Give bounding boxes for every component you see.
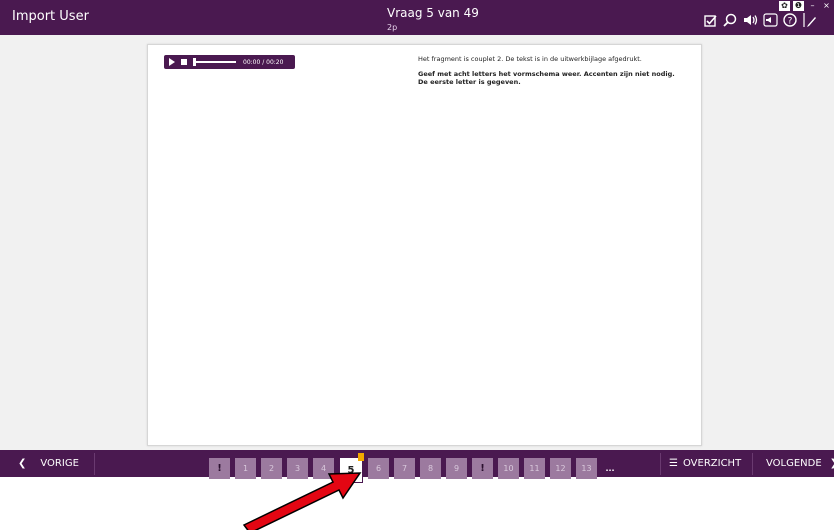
- divider: [94, 453, 95, 475]
- user-name: Import User: [12, 9, 89, 24]
- gear-icon[interactable]: ✿: [779, 1, 790, 11]
- page-button[interactable]: 9: [446, 457, 467, 479]
- question-counter: Vraag 5 van 49: [387, 6, 479, 20]
- window-controls: ✿ ❶ – ×: [779, 1, 832, 11]
- annotation-arrow: [242, 472, 362, 530]
- page-button[interactable]: 8: [420, 457, 441, 479]
- svg-text:?: ?: [788, 17, 793, 27]
- audio-progress-slider[interactable]: [193, 58, 236, 66]
- question-instruction: Geef met acht letters het vormschema wee…: [418, 69, 675, 87]
- previous-label: VORIGE: [40, 458, 79, 469]
- question-text: Het fragment is couplet 2. De tekst is i…: [418, 55, 678, 87]
- page-button[interactable]: 11: [524, 457, 545, 479]
- previous-button[interactable]: ❮ VORIGE: [18, 453, 95, 475]
- next-button[interactable]: VOLGENDE ❯: [752, 453, 834, 475]
- page-info-icon[interactable]: !: [472, 457, 493, 479]
- close-icon[interactable]: ×: [821, 1, 832, 11]
- overview-label: OVERZICHT: [682, 458, 742, 469]
- question-panel: 00:00 / 00:20 Het fragment is couplet 2.…: [147, 44, 702, 446]
- search-icon[interactable]: [722, 12, 738, 28]
- more-pages-button[interactable]: ...: [602, 458, 618, 479]
- minimize-icon[interactable]: –: [807, 1, 818, 11]
- page-button[interactable]: 10: [498, 457, 519, 479]
- next-label: VOLGENDE: [766, 458, 822, 469]
- chevron-left-icon: ❮: [18, 458, 27, 469]
- question-points: 2p: [387, 23, 398, 32]
- pen-icon[interactable]: [802, 12, 818, 28]
- audio-time: 00:00 / 00:20: [243, 58, 284, 66]
- page-button[interactable]: 7: [394, 457, 415, 479]
- slider-handle[interactable]: [193, 58, 196, 66]
- info-icon[interactable]: ❶: [793, 1, 804, 11]
- divider: [752, 453, 753, 475]
- chevron-right-icon: ❯: [830, 458, 834, 469]
- page-button[interactable]: 13: [576, 457, 597, 479]
- overview-button[interactable]: ☰ OVERZICHT: [660, 453, 742, 475]
- audio-player: 00:00 / 00:20: [164, 55, 295, 69]
- checkbox-icon[interactable]: [702, 12, 718, 28]
- speaker-icon[interactable]: [742, 12, 758, 28]
- settings-speaker-icon[interactable]: [762, 12, 778, 28]
- question-intro: Het fragment is couplet 2. De tekst is i…: [418, 55, 642, 63]
- help-icon[interactable]: ?: [782, 12, 798, 28]
- top-bar: Import User Vraag 5 van 49 2p ? ✿ ❶ – ×: [0, 0, 834, 35]
- page-button[interactable]: 12: [550, 457, 571, 479]
- divider: [660, 453, 661, 475]
- list-icon: ☰: [669, 458, 678, 469]
- bottom-nav: ❮ VORIGE ! 1 2 3 4 5 6 7 8 9 ! 10 11 12 …: [0, 450, 834, 483]
- play-icon[interactable]: [169, 58, 175, 66]
- stop-icon[interactable]: [181, 59, 187, 65]
